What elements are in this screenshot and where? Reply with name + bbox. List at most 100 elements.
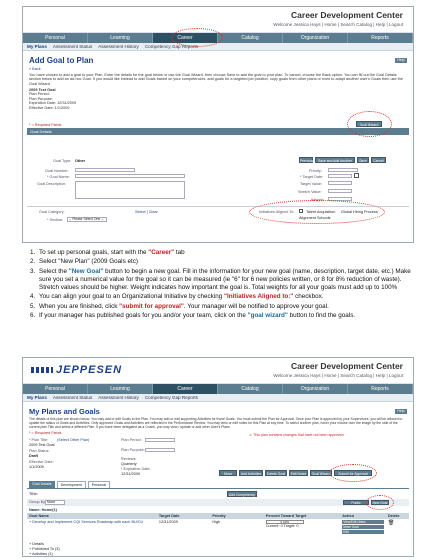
add-activities-button[interactable]: Add Activities: [239, 470, 263, 476]
priority-label: Priority:: [309, 169, 322, 173]
career-tab-highlight: [171, 28, 223, 47]
nav2-tab-career[interactable]: Career: [153, 384, 218, 394]
intro-text-2: The details of this plan are shown below…: [29, 417, 403, 430]
unapproved-warning: ⚠ This plan contains changes that have n…: [249, 433, 344, 437]
delete-goal-button[interactable]: Delete Goal: [265, 470, 287, 476]
add-competency-button[interactable]: Add Competency: [227, 491, 257, 497]
nav-tab-organization[interactable]: Organization: [283, 33, 348, 43]
nav2-tab-personal[interactable]: Personal: [23, 384, 88, 394]
target-value-label: Target Value:: [300, 182, 323, 186]
section-select[interactable]: -- Please Select One --: [67, 217, 107, 222]
step-1: 1. To set up personal goals, start with t…: [30, 249, 185, 256]
save-button[interactable]: Save: [357, 157, 369, 163]
goal-name-input[interactable]: [75, 174, 185, 178]
intro-text: You have chosen to add a goal to your Pl…: [29, 72, 403, 86]
expiration-date-label: * Expiration Date:: [121, 467, 151, 471]
subnav-my-plans[interactable]: My Plans: [27, 43, 47, 50]
previous-button[interactable]: Previous: [299, 157, 313, 163]
group-by-select[interactable]: None: [45, 500, 65, 505]
row-goal-name[interactable]: + Develop and Implement CQI Services Roa…: [27, 519, 157, 535]
save-and-add-another-button[interactable]: Save and Add Another: [315, 157, 355, 163]
expiration-date-value: 12/31/2009: [121, 472, 141, 476]
stretch-value-input[interactable]: [328, 189, 352, 193]
goal-desc-textarea[interactable]: [75, 181, 185, 199]
goal-number-label: Goal Number:: [45, 169, 69, 173]
plan-purpose-input[interactable]: [145, 448, 175, 452]
goal-type-label: Goal Type:: [53, 159, 72, 163]
effective-date-label: Effective Date:: [29, 460, 54, 464]
subnav-assessment-history[interactable]: Assessment History: [98, 43, 139, 50]
progress-label: 0.00%: [280, 520, 290, 524]
help-button-2[interactable]: Help: [395, 409, 407, 414]
main-nav-2: Personal Learning Career Catalog Organiz…: [23, 384, 413, 394]
target-date-input[interactable]: [328, 174, 352, 178]
row-current-target: Current: 0 Target: 0: [265, 524, 299, 528]
initiatives-highlight: [249, 200, 385, 224]
plan-title-value: 2009 Test Goal: [29, 443, 55, 447]
app-title: Career Development Center: [291, 10, 403, 20]
view-edit-notes-button[interactable]: View/Edit Notes: [342, 520, 385, 524]
welcome-links[interactable]: Welcome Jessica Hays | Home | Search Cat…: [273, 22, 403, 27]
nav-tab-catalog[interactable]: Catalog: [218, 33, 283, 43]
plan-period-label: Plan Period:: [121, 438, 142, 442]
goal-wizard-highlight: [347, 111, 392, 137]
top-bar-2: JEPPESEN Career Development Center Welco…: [23, 358, 413, 384]
edit-notes-button[interactable]: Edit Notes: [289, 470, 308, 476]
nav-tab-reports[interactable]: Reports: [348, 33, 413, 43]
subnav2-my-plans[interactable]: My Plans: [27, 394, 47, 401]
section-label: * Section:: [47, 218, 64, 222]
subnav2-assessment-history[interactable]: Assessment History: [98, 394, 139, 401]
back-link[interactable]: « Back: [29, 67, 407, 72]
row-actions: View/Edit Notes Move Goal Edit: [340, 519, 386, 535]
target-date-label: * Target Date:: [300, 175, 324, 179]
goal-category-label: Goal Category:: [39, 210, 65, 214]
required-note-2: * = Required Fields: [29, 431, 62, 435]
subnav2-competency-gap[interactable]: Competency Gap Reports: [145, 394, 198, 401]
nav-tab-learning[interactable]: Learning: [88, 33, 153, 43]
help-button[interactable]: Help: [395, 58, 407, 63]
goal-number-input[interactable]: [75, 168, 135, 172]
row-delete: 🗑: [386, 519, 409, 535]
row-edit-button[interactable]: Edit: [342, 530, 385, 534]
instructions: 1. To set up personal goals, start with t…: [20, 249, 420, 321]
group-by-label: Group By:: [29, 500, 47, 504]
title-label: Title:: [29, 492, 39, 496]
select-other-plan-link[interactable]: (Select Other Plan): [57, 438, 89, 442]
trash-icon[interactable]: 🗑: [388, 520, 394, 526]
tab-underline: [27, 488, 409, 489]
move-goal-button[interactable]: Move Goal: [219, 470, 237, 482]
select-clear-links[interactable]: Select | Clear: [135, 210, 158, 214]
nav-tab-personal[interactable]: Personal: [23, 33, 88, 43]
nav2-tab-catalog[interactable]: Catalog: [218, 384, 283, 394]
plan-title-label: * Plan Title:: [29, 438, 49, 442]
reviews-value[interactable]: Quarterly: [121, 462, 137, 466]
screenshot-add-goal: Career Development Center Welcome Jessic…: [22, 6, 414, 243]
footer-published-to[interactable]: + Published To (3): [29, 547, 60, 551]
table-row: + Develop and Implement CQI Services Roa…: [27, 519, 409, 535]
goal-name-label: * Goal Name:: [47, 175, 70, 179]
target-value-input[interactable]: [328, 181, 352, 185]
row-percent: 0.00% Current: 0 Target: 0: [264, 519, 340, 535]
calendar-icon[interactable]: [354, 173, 359, 178]
footer-details[interactable]: + Details: [29, 542, 44, 546]
step-2: 2. Select "New Plan" (2009 Goals etc): [30, 258, 138, 266]
row-move-goal-button[interactable]: Move Goal: [342, 525, 385, 529]
goal-type-value: Other: [75, 159, 86, 163]
priority-select[interactable]: [328, 168, 358, 172]
row-priority: High: [212, 520, 221, 524]
app-title-2: Career Development Center: [291, 361, 403, 371]
nav2-tab-learning[interactable]: Learning: [88, 384, 153, 394]
nav2-tab-reports[interactable]: Reports: [348, 384, 413, 394]
subnav-assessment-status[interactable]: Assessment Status: [53, 43, 92, 50]
warning-text: This plan contains changes that have not…: [253, 433, 345, 437]
welcome-links-2[interactable]: Welcome Jessica Hays | Home | Search Cat…: [273, 373, 403, 378]
new-goal-highlight: [366, 495, 394, 510]
plan-period-input[interactable]: [145, 438, 175, 442]
goal-group-count: Name: Home(1): [29, 508, 57, 512]
goal-desc-label: Goal Description:: [37, 182, 67, 186]
plan-status-label: Plan Status:: [29, 449, 50, 453]
subnav2-assessment-status[interactable]: Assessment Status: [53, 394, 92, 401]
cancel-button[interactable]: Cancel: [371, 157, 386, 163]
nav2-tab-organization[interactable]: Organization: [283, 384, 348, 394]
footer-activities[interactable]: + Activities (1): [29, 552, 53, 556]
